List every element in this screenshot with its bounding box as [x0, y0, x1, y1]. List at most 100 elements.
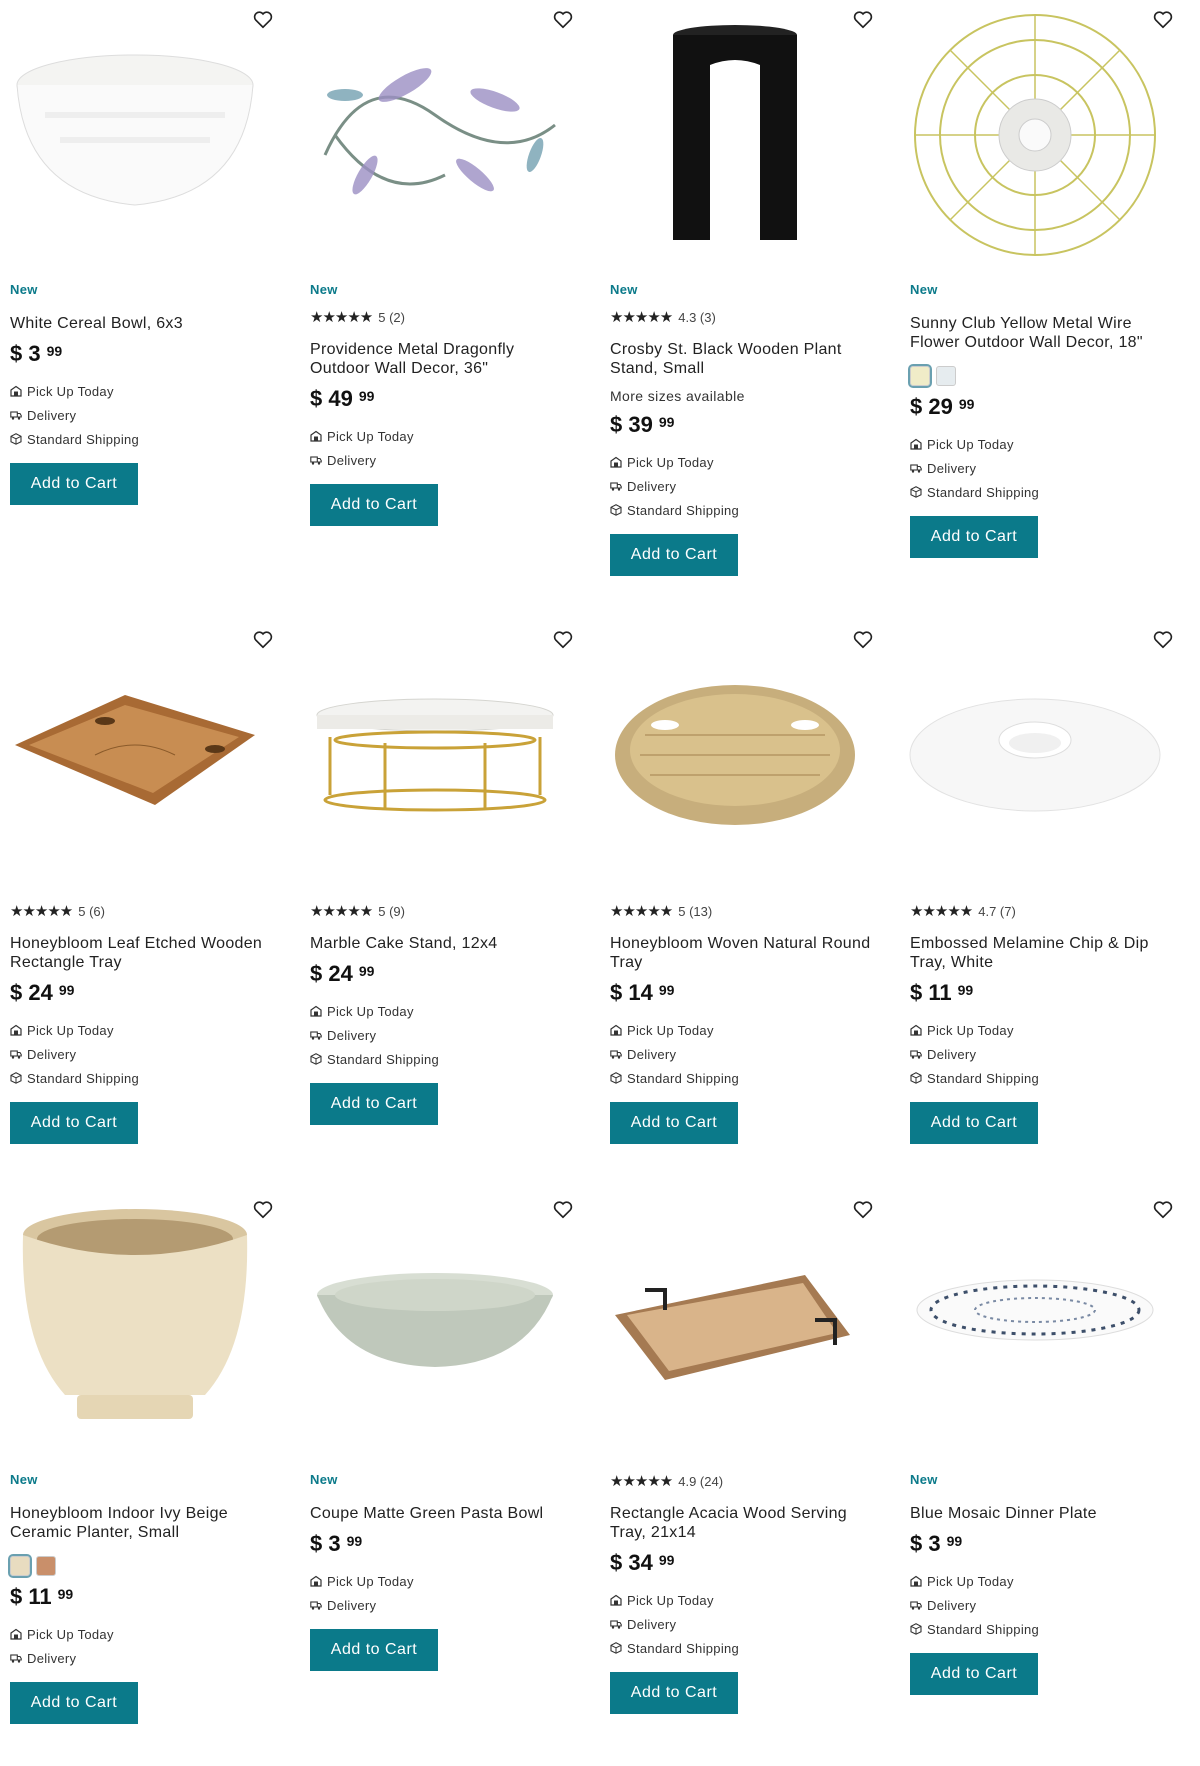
- product-title[interactable]: Honeybloom Leaf Etched Wooden Rectangle …: [10, 934, 272, 972]
- product-title[interactable]: Blue Mosaic Dinner Plate: [910, 1504, 1172, 1523]
- product-image[interactable]: [0, 1190, 270, 1460]
- heart-icon[interactable]: [252, 628, 274, 650]
- fulfillment-label: Pick Up Today: [327, 1003, 414, 1019]
- add-to-cart-button[interactable]: Add to Cart: [610, 1102, 738, 1144]
- add-to-cart-button[interactable]: Add to Cart: [310, 1083, 438, 1125]
- fulfillment-label: Delivery: [27, 1046, 77, 1062]
- add-to-cart-button[interactable]: Add to Cart: [10, 1682, 138, 1724]
- fulfillment-label: Delivery: [327, 1027, 377, 1043]
- add-to-cart-button[interactable]: Add to Cart: [910, 1653, 1038, 1695]
- store-icon: [610, 456, 622, 468]
- heart-icon[interactable]: [852, 8, 874, 30]
- fulfillment-options: Pick Up Today Delivery Standard Shipping: [610, 450, 872, 522]
- delivery-option: Delivery: [910, 1593, 1172, 1617]
- star-icon: ★★★★★: [10, 903, 73, 920]
- product-title[interactable]: Rectangle Acacia Wood Serving Tray, 21x1…: [610, 1504, 872, 1542]
- product-image[interactable]: [900, 620, 1170, 890]
- heart-icon[interactable]: [552, 8, 574, 30]
- add-to-cart-button[interactable]: Add to Cart: [10, 1102, 138, 1144]
- product-price: $ 14 99: [610, 980, 872, 1006]
- star-icon: ★★★★★: [310, 903, 373, 920]
- heart-icon[interactable]: [252, 1198, 274, 1220]
- add-to-cart-button[interactable]: Add to Cart: [610, 534, 738, 576]
- fulfillment-label: Pick Up Today: [27, 1022, 114, 1038]
- product-image[interactable]: [0, 620, 270, 890]
- truck-icon: [910, 1048, 922, 1060]
- product-image[interactable]: [900, 0, 1170, 270]
- rating-value: 4.9 (24): [678, 1473, 724, 1489]
- product-title[interactable]: White Cereal Bowl, 6x3: [10, 314, 272, 333]
- product-rating[interactable]: ★★★★★ 5 (13): [610, 902, 872, 920]
- add-to-cart-button[interactable]: Add to Cart: [10, 463, 138, 505]
- color-swatch[interactable]: [8, 1554, 32, 1578]
- product-image[interactable]: [300, 0, 570, 270]
- add-to-cart-button[interactable]: Add to Cart: [610, 1672, 738, 1714]
- product-info: ★★★★★ 5 (9) Marble Cake Stand, 12x4 $ 24 99 P…: [310, 902, 572, 1125]
- fulfillment-label: Standard Shipping: [627, 1070, 740, 1086]
- fulfillment-label: Pick Up Today: [27, 1626, 114, 1642]
- product-title[interactable]: Embossed Melamine Chip & Dip Tray, White: [910, 934, 1172, 972]
- shipping-option: Standard Shipping: [610, 1636, 872, 1660]
- fulfillment-options: Pick Up Today Delivery: [10, 1622, 272, 1670]
- truck-icon: [10, 409, 22, 421]
- truck-icon: [610, 480, 622, 492]
- heart-icon[interactable]: [852, 628, 874, 650]
- product-rating[interactable]: ★★★★★ 5 (2): [310, 308, 572, 326]
- heart-icon[interactable]: [552, 628, 574, 650]
- add-to-cart-button[interactable]: Add to Cart: [910, 516, 1038, 558]
- product-title[interactable]: Sunny Club Yellow Metal Wire Flower Outd…: [910, 314, 1172, 352]
- shipping-option: Standard Shipping: [610, 1066, 872, 1090]
- product-image[interactable]: [600, 620, 870, 890]
- product-title[interactable]: Honeybloom Woven Natural Round Tray: [610, 934, 872, 972]
- color-swatch[interactable]: [36, 1556, 56, 1576]
- product-title[interactable]: Providence Metal Dragonfly Outdoor Wall …: [310, 340, 572, 378]
- product-title[interactable]: Crosby St. Black Wooden Plant Stand, Sma…: [610, 340, 872, 378]
- price-cents: 99: [957, 982, 974, 998]
- product-image[interactable]: [0, 0, 270, 270]
- shipping-option: Standard Shipping: [610, 498, 872, 522]
- price-dollars: $ 29: [910, 394, 953, 419]
- truck-icon: [910, 462, 922, 474]
- heart-icon[interactable]: [1152, 8, 1174, 30]
- product-image[interactable]: [600, 1190, 870, 1460]
- product-title[interactable]: Marble Cake Stand, 12x4: [310, 934, 572, 953]
- color-swatch[interactable]: [908, 364, 932, 388]
- product-grid: New White Cereal Bowl, 6x3 $ 3 99 Pick Up To…: [0, 0, 1200, 1766]
- product-info: New Blue Mosaic Dinner Plate $ 3 99 Pick Up …: [910, 1472, 1172, 1695]
- price-cents: 99: [358, 963, 375, 979]
- store-icon: [10, 1024, 22, 1036]
- add-to-cart-button[interactable]: Add to Cart: [310, 484, 438, 526]
- add-to-cart-button[interactable]: Add to Cart: [310, 1629, 438, 1671]
- fulfillment-label: Standard Shipping: [927, 1621, 1040, 1637]
- product-info: ★★★★★ 5 (6) Honeybloom Leaf Etched Wooden …: [10, 902, 272, 1144]
- pickup-option: Pick Up Today: [10, 1018, 272, 1042]
- product-image[interactable]: [900, 1190, 1170, 1460]
- add-to-cart-button[interactable]: Add to Cart: [910, 1102, 1038, 1144]
- color-swatch[interactable]: [936, 366, 956, 386]
- truck-icon: [910, 1599, 922, 1611]
- price-cents: 99: [58, 982, 75, 998]
- product-title[interactable]: Coupe Matte Green Pasta Bowl: [310, 1504, 572, 1523]
- box-icon: [910, 1072, 922, 1084]
- product-info: New Sunny Club Yellow Metal Wire Flower O…: [908, 282, 1172, 558]
- price-cents: 99: [658, 1552, 675, 1568]
- product-rating[interactable]: ★★★★★ 4.7 (7): [910, 902, 1172, 920]
- product-rating[interactable]: ★★★★★ 4.9 (24): [610, 1472, 872, 1490]
- heart-icon[interactable]: [1152, 628, 1174, 650]
- fulfillment-options: Pick Up Today Delivery Standard Shipping: [910, 1018, 1172, 1090]
- rating-value: 5 (13): [678, 903, 713, 919]
- fulfillment-label: Standard Shipping: [927, 484, 1040, 500]
- product-image[interactable]: [300, 620, 570, 890]
- product-image[interactable]: [600, 0, 870, 270]
- product-rating[interactable]: ★★★★★ 4.3 (3): [610, 308, 872, 326]
- product-rating[interactable]: ★★★★★ 5 (9): [310, 902, 572, 920]
- box-icon: [910, 1623, 922, 1635]
- product-title[interactable]: Honeybloom Indoor Ivy Beige Ceramic Plan…: [10, 1504, 272, 1542]
- product-rating[interactable]: ★★★★★ 5 (6): [10, 902, 272, 920]
- heart-icon[interactable]: [252, 8, 274, 30]
- heart-icon[interactable]: [552, 1198, 574, 1220]
- product-image[interactable]: [300, 1190, 570, 1460]
- heart-icon[interactable]: [1152, 1198, 1174, 1220]
- delivery-option: Delivery: [610, 1612, 872, 1636]
- heart-icon[interactable]: [852, 1198, 874, 1220]
